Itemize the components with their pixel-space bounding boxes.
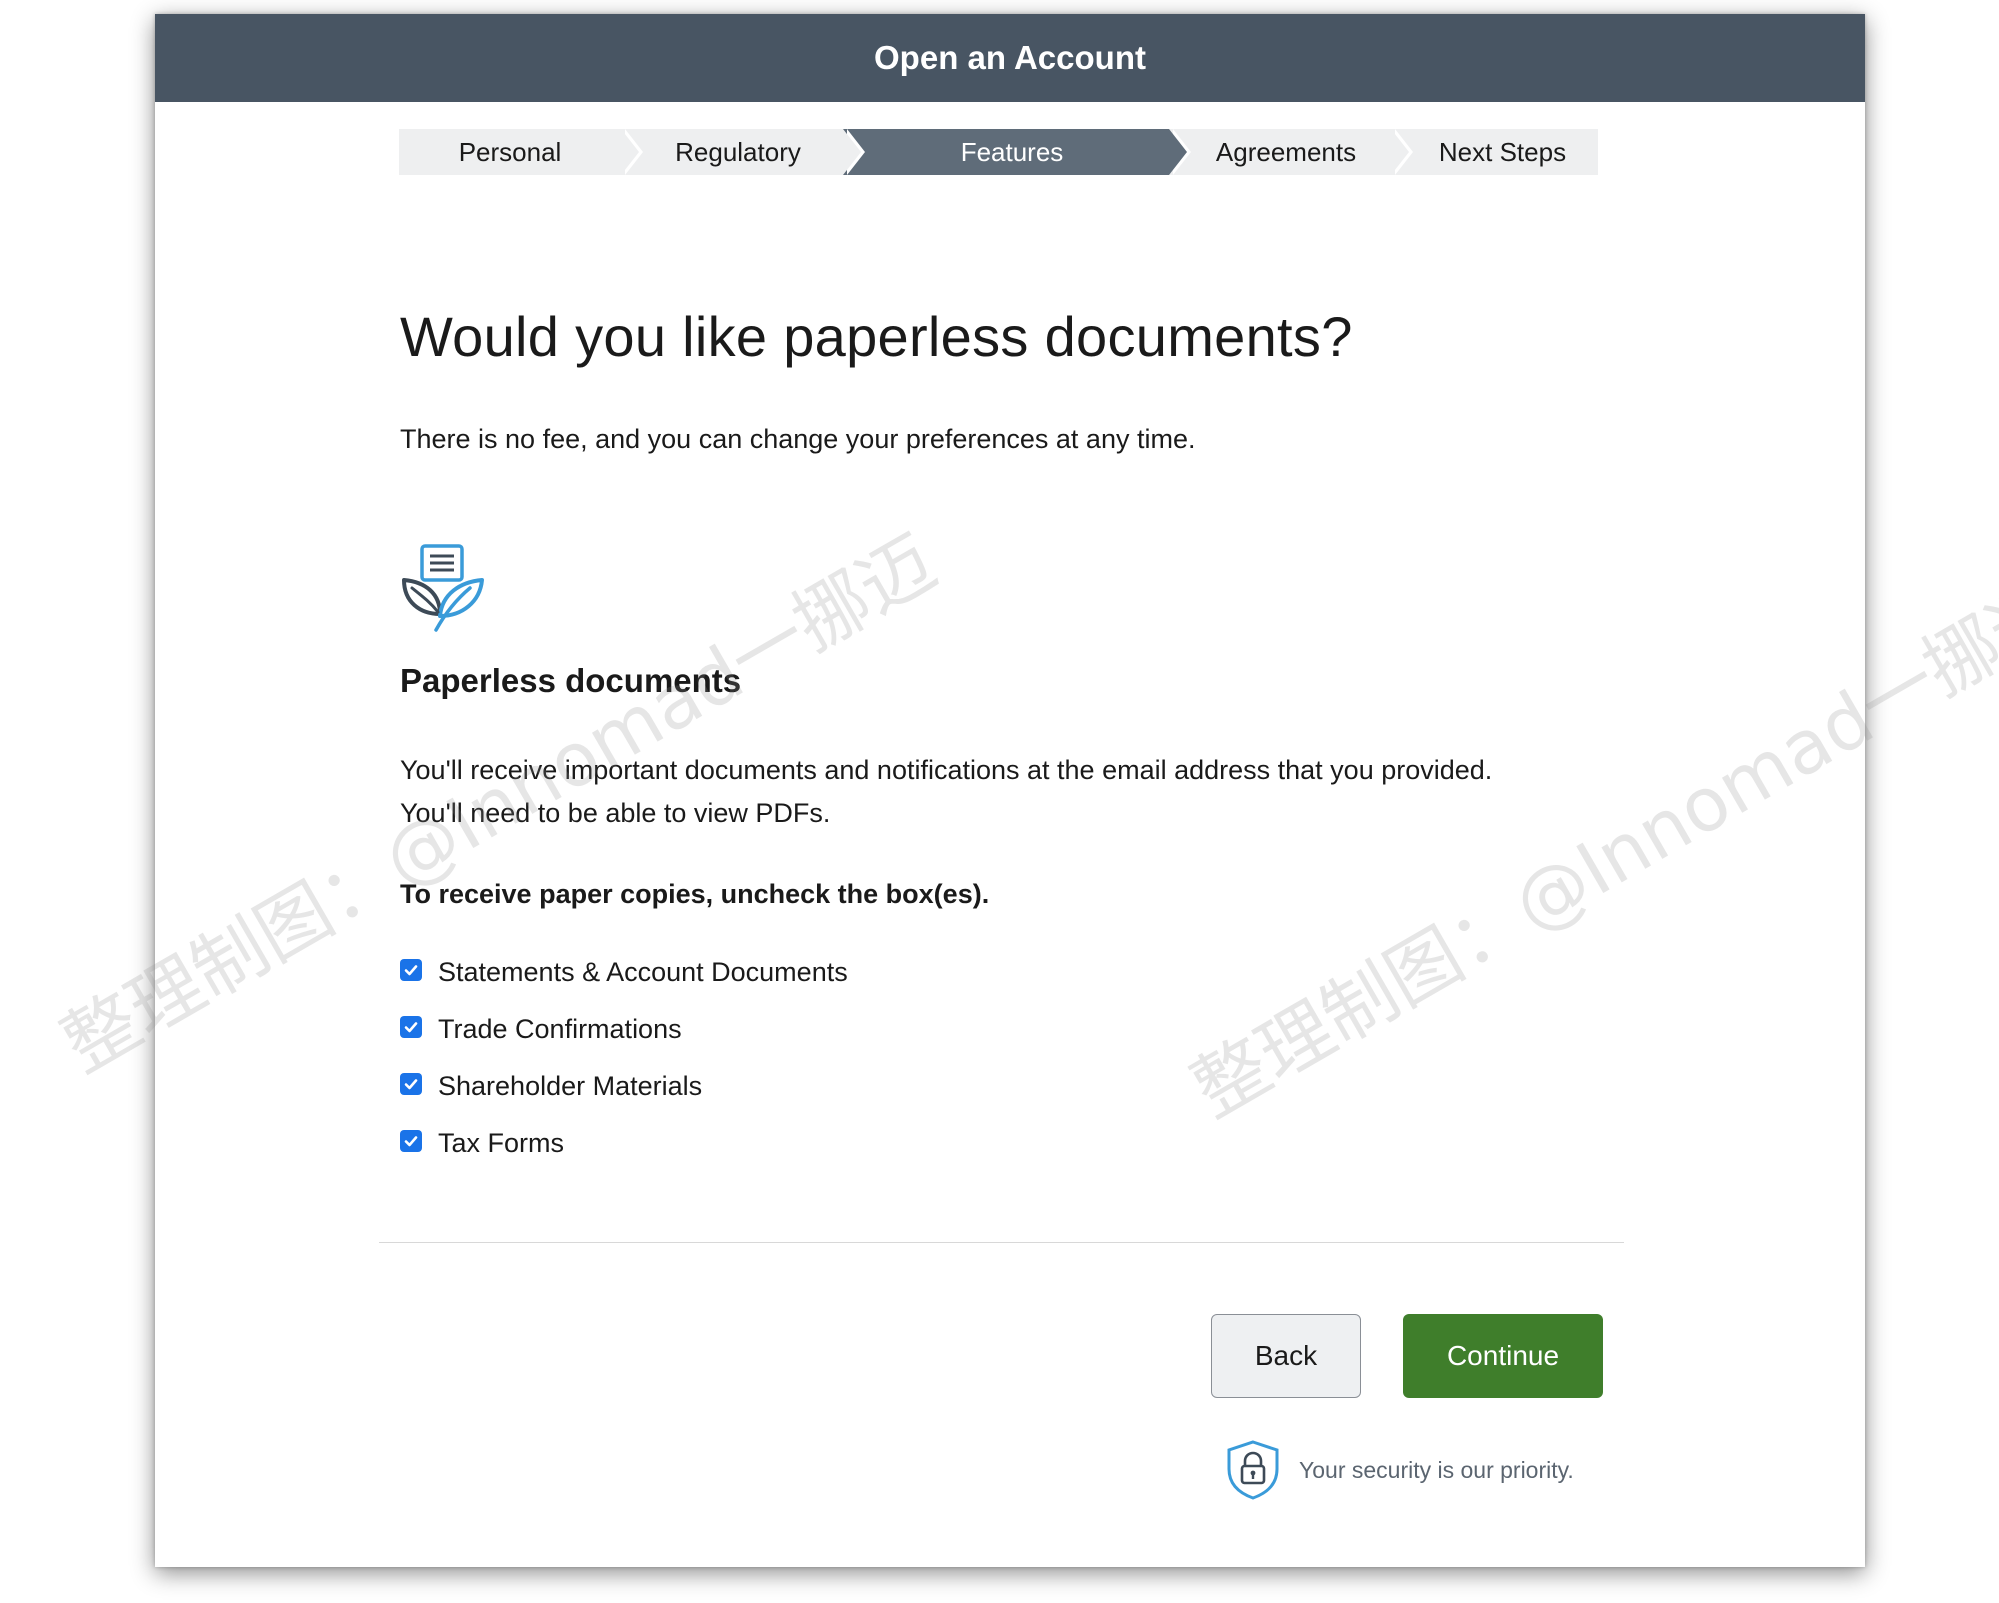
checkbox-checked-icon[interactable] [400,1015,422,1038]
step-personal[interactable]: Personal [399,129,643,175]
step-features[interactable]: Features [843,129,1191,175]
checkbox-tax-forms[interactable]: Tax Forms [400,1115,848,1172]
feature-description-line: You'll need to be able to view PDFs. [400,798,831,828]
page-heading: Would you like paperless documents? [400,305,1353,368]
paperless-checkbox-group: Statements & Account Documents Trade Con… [400,944,848,1172]
feature-description-line: You'll receive important documents and n… [400,755,1493,785]
shield-lock-icon [1227,1440,1279,1500]
step-label: Regulatory [675,136,801,167]
checkbox-checked-icon[interactable] [400,958,422,981]
step-label: Features [960,136,1064,167]
checkbox-label[interactable]: Tax Forms [438,1128,564,1159]
security-notice: Your security is our priority. [1225,1439,1574,1501]
paperless-leaf-document-icon [402,544,484,632]
window-title: Open an Account [155,14,1865,102]
step-label: Personal [458,136,562,167]
checkbox-label[interactable]: Shareholder Materials [438,1071,702,1102]
account-window: Open an Account Personal Regulatory Feat… [155,14,1865,1567]
step-agreements[interactable]: Agreements [1169,129,1413,175]
checkbox-shareholder-materials[interactable]: Shareholder Materials [400,1058,848,1115]
step-regulatory[interactable]: Regulatory [621,129,865,175]
step-label: Next Steps [1438,136,1567,167]
feature-title: Paperless documents [400,662,742,699]
progress-stepper: Personal Regulatory Features Agreements … [399,129,1598,175]
step-label: Agreements [1215,136,1357,167]
checkbox-checked-icon[interactable] [400,1072,422,1095]
page-subtext: There is no fee, and you can change your… [400,424,1196,454]
feature-description: You'll receive important documents and n… [400,749,1492,835]
section-divider [379,1242,1624,1243]
checkbox-label[interactable]: Statements & Account Documents [438,957,848,988]
checkbox-label[interactable]: Trade Confirmations [438,1014,682,1045]
step-next-steps[interactable]: Next Steps [1391,129,1598,175]
checkbox-statements[interactable]: Statements & Account Documents [400,944,848,1001]
checkbox-trade-confirmations[interactable]: Trade Confirmations [400,1001,848,1058]
continue-button[interactable]: Continue [1403,1314,1603,1398]
checkbox-instruction: To receive paper copies, uncheck the box… [400,879,990,909]
back-button[interactable]: Back [1211,1314,1361,1398]
checkbox-checked-icon[interactable] [400,1129,422,1152]
screenshot-stage: Open an Account Personal Regulatory Feat… [0,0,1999,1603]
security-text: Your security is our priority. [1299,1456,1574,1483]
